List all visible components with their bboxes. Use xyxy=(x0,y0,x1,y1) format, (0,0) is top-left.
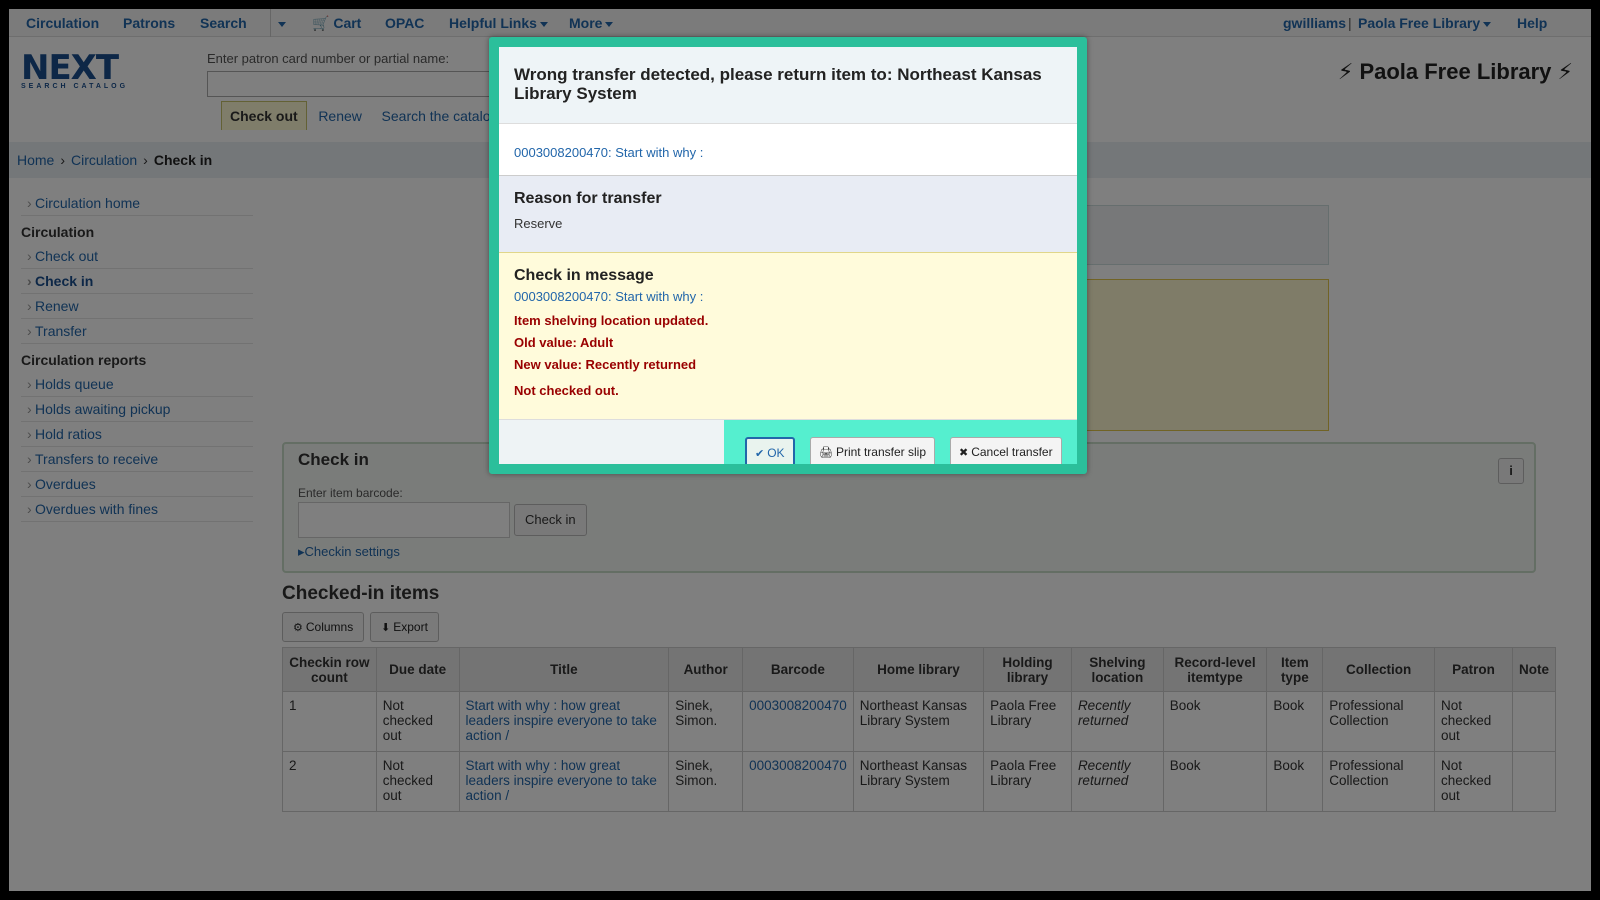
shelving-updated-message: Item shelving location updated. xyxy=(514,313,709,328)
transfer-reason-section: Reason for transfer Reserve xyxy=(499,175,1077,253)
reason-value: Reserve xyxy=(514,216,563,231)
check-icon: ✔ xyxy=(755,448,765,460)
modal-footer: ✔ OK 🖨 Print transfer slip ✖ Cancel transfe… xyxy=(499,419,1077,464)
print-transfer-slip-label: Print transfer slip xyxy=(835,445,926,459)
cancel-transfer-label: Cancel transfer xyxy=(971,445,1053,459)
printer-icon: 🖨 xyxy=(819,447,833,459)
checkin-message-item-link[interactable]: 0003008200470: Start with why : xyxy=(514,289,1062,304)
new-value-message: New value: Recently returned xyxy=(514,357,697,372)
reason-heading: Reason for transfer xyxy=(514,190,662,207)
old-value-message: Old value: Adult xyxy=(514,335,614,350)
ok-button[interactable]: ✔ OK xyxy=(745,437,795,464)
modal-item-link[interactable]: 0003008200470: Start with why : xyxy=(514,145,703,160)
modal-title: Wrong transfer detected, please return i… xyxy=(514,65,1042,103)
checkin-message-heading: Check in message xyxy=(514,267,654,284)
modal-header: Wrong transfer detected, please return i… xyxy=(499,47,1077,124)
modal-content: Wrong transfer detected, please return i… xyxy=(499,47,1077,464)
ok-button-label: OK xyxy=(767,446,785,460)
print-transfer-slip-button[interactable]: 🖨 Print transfer slip xyxy=(810,437,935,464)
not-checked-out-message: Not checked out. xyxy=(514,383,619,398)
close-icon: ✖ xyxy=(959,447,969,459)
wrong-transfer-modal: Wrong transfer detected, please return i… xyxy=(489,37,1087,474)
cancel-transfer-button[interactable]: ✖ Cancel transfer xyxy=(950,437,1062,464)
checkin-message-section: Check in message 0003008200470: Start wi… xyxy=(499,253,1077,419)
modal-button-group: ✔ OK 🖨 Print transfer slip ✖ Cancel transfe… xyxy=(724,420,1077,464)
